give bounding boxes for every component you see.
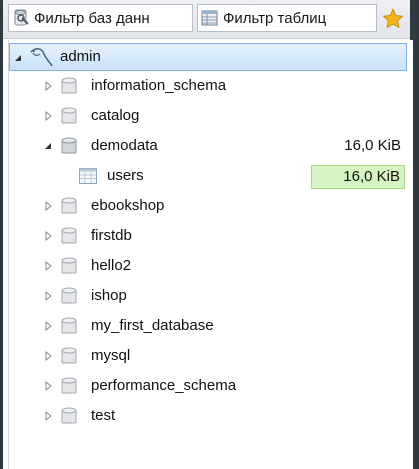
database-icon <box>61 107 77 124</box>
expand-arrow-icon[interactable] <box>43 321 53 331</box>
database-filter-placeholder: Фильтр баз данн <box>34 9 150 27</box>
database-name: my_first_database <box>91 317 214 334</box>
expand-arrow-icon[interactable] <box>43 231 53 241</box>
database-name: ishop <box>91 287 127 304</box>
table-size-badge: 16,0 KiB <box>311 165 405 189</box>
expand-arrow-icon[interactable] <box>43 411 53 421</box>
database-icon <box>61 347 77 364</box>
database-name: firstdb <box>91 227 132 244</box>
mysql-server-icon <box>30 48 53 67</box>
expand-arrow-icon[interactable] <box>43 351 53 361</box>
database-icon <box>61 407 77 424</box>
tree-item-ishop[interactable]: ishop <box>9 282 407 310</box>
database-icon <box>61 137 77 154</box>
table-filter-placeholder: Фильтр таблиц <box>223 9 327 27</box>
expand-arrow-icon[interactable] <box>43 201 53 211</box>
expand-arrow-icon[interactable] <box>43 111 53 121</box>
table-icon <box>79 168 97 184</box>
database-name: demodata <box>91 137 158 154</box>
database-filter-icon <box>14 9 29 26</box>
database-tree: admin information_schema catalog demodat… <box>8 40 413 469</box>
collapse-arrow-icon[interactable] <box>13 53 23 63</box>
table-filter-icon <box>201 10 218 26</box>
database-name: test <box>91 407 116 424</box>
database-tree-panel: Фильтр баз данн Фильтр таблиц admin info… <box>3 0 413 469</box>
expand-arrow-icon[interactable] <box>43 381 53 391</box>
tree-item-catalog[interactable]: catalog <box>9 102 407 130</box>
database-name: performance_schema <box>91 377 237 394</box>
database-size: 16,0 KiB <box>344 137 401 154</box>
tree-item-table-users[interactable]: users 16,0 KiB <box>9 162 407 190</box>
filter-toolbar: Фильтр баз данн Фильтр таблиц <box>3 0 410 39</box>
collapse-arrow-icon[interactable] <box>43 141 53 151</box>
tree-item-mysql[interactable]: mysql <box>9 342 407 370</box>
database-name: ebookshop <box>91 197 165 214</box>
tree-item-my-first-database[interactable]: my_first_database <box>9 312 407 340</box>
tree-item-test[interactable]: test <box>9 402 407 430</box>
expand-arrow-icon[interactable] <box>43 81 53 91</box>
tree-root-label: admin <box>60 48 101 65</box>
table-filter-input[interactable]: Фильтр таблиц <box>197 4 377 32</box>
database-name: information_schema <box>91 77 227 94</box>
tree-item-hello2[interactable]: hello2 <box>9 252 407 280</box>
database-icon <box>61 257 77 274</box>
tree-item-firstdb[interactable]: firstdb <box>9 222 407 250</box>
database-icon <box>61 77 77 94</box>
database-icon <box>61 287 77 304</box>
database-filter-input[interactable]: Фильтр баз данн <box>8 4 193 32</box>
star-icon <box>382 8 404 29</box>
database-name: catalog <box>91 107 140 124</box>
tree-item-demodata[interactable]: demodata 16,0 KiB <box>9 132 407 160</box>
expand-arrow-icon[interactable] <box>43 261 53 271</box>
tree-item-ebookshop[interactable]: ebookshop <box>9 192 407 220</box>
database-icon <box>61 227 77 244</box>
table-name: users <box>107 167 144 184</box>
expand-arrow-icon[interactable] <box>43 291 53 301</box>
database-icon <box>61 197 77 214</box>
tree-root-admin[interactable]: admin <box>9 43 407 71</box>
favorites-star-button[interactable] <box>380 6 406 32</box>
database-name: hello2 <box>91 257 132 274</box>
tree-item-information-schema[interactable]: information_schema <box>9 72 407 100</box>
database-name: mysql <box>91 347 131 364</box>
tree-item-performance-schema[interactable]: performance_schema <box>9 372 407 400</box>
database-icon <box>61 317 77 334</box>
database-icon <box>61 377 77 394</box>
